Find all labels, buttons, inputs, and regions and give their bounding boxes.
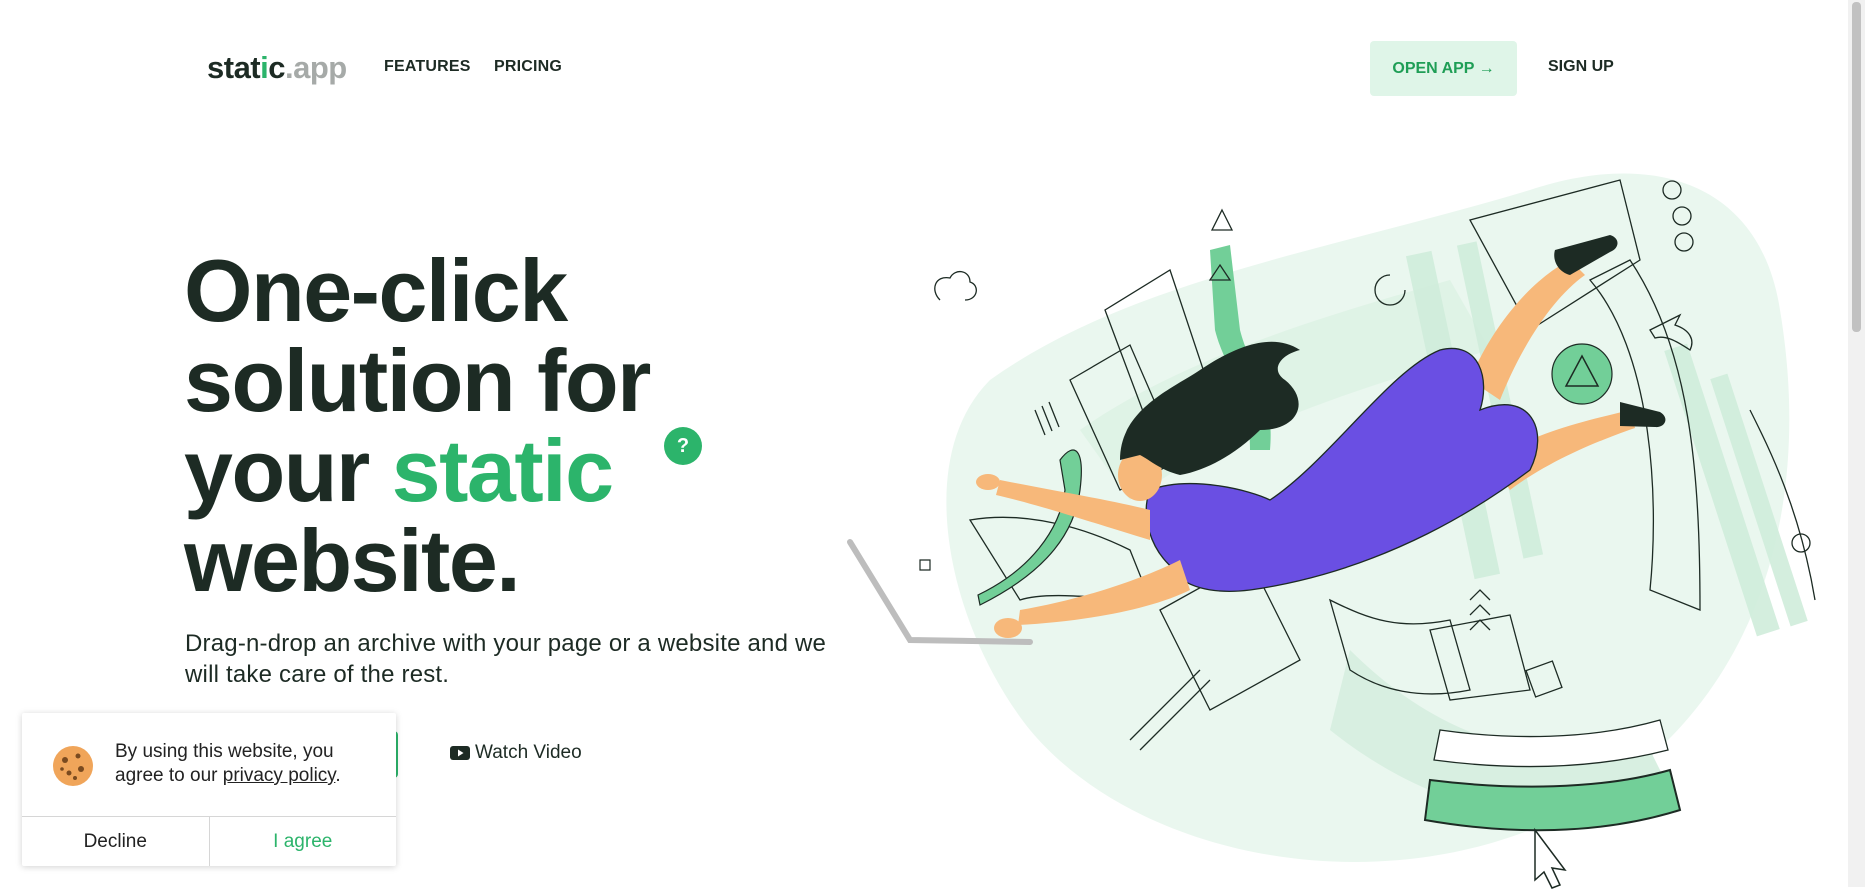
hero-title-line: your static	[184, 426, 904, 516]
hero-title-text: your	[184, 421, 392, 520]
scrollbar-thumb[interactable]	[1852, 2, 1861, 332]
logo-part: i	[260, 50, 269, 85]
hero-title-line: One-click	[184, 241, 568, 340]
watch-video-button[interactable]: Watch Video	[450, 742, 582, 764]
logo-part: c	[268, 50, 286, 85]
logo-part: stat	[207, 50, 261, 85]
privacy-policy-link[interactable]: privacy policy	[223, 765, 336, 786]
decline-button[interactable]: Decline	[22, 817, 210, 866]
cookie-icon	[53, 746, 93, 786]
hero-subtitle: Drag-n-drop an archive with your page or…	[185, 630, 827, 688]
sign-up-link[interactable]: SIGN UP	[1548, 58, 1614, 76]
hero-title-line: website.	[184, 511, 521, 610]
watch-video-label: Watch Video	[475, 742, 582, 763]
open-app-button[interactable]: OPEN APP →	[1370, 41, 1517, 96]
cookie-banner: By using this website, you agree to our …	[22, 713, 396, 866]
video-play-icon	[450, 746, 470, 760]
cookie-text: By using this website, you agree to our …	[115, 740, 385, 788]
logo-part: .app	[285, 50, 347, 85]
nav-pricing-link[interactable]: PRICING	[494, 58, 562, 76]
page-scrollbar[interactable]	[1848, 0, 1865, 887]
agree-button[interactable]: I agree	[210, 817, 397, 866]
triangle-badge	[1551, 343, 1613, 405]
hero-title-highlight: static	[391, 421, 614, 520]
hero-title-line: solution for	[184, 331, 651, 430]
nav-features-link[interactable]: FEATURES	[384, 58, 471, 76]
hero-illustration	[847, 173, 1816, 889]
question-badge[interactable]: ?	[664, 427, 702, 465]
cursor-icon	[1534, 827, 1567, 889]
cookie-buttons: Decline I agree	[22, 816, 396, 866]
hero-title: One-click solution for your static websi…	[184, 246, 904, 606]
logo[interactable]: stat i c .app	[207, 50, 347, 86]
cookie-text-after: .	[335, 765, 341, 786]
